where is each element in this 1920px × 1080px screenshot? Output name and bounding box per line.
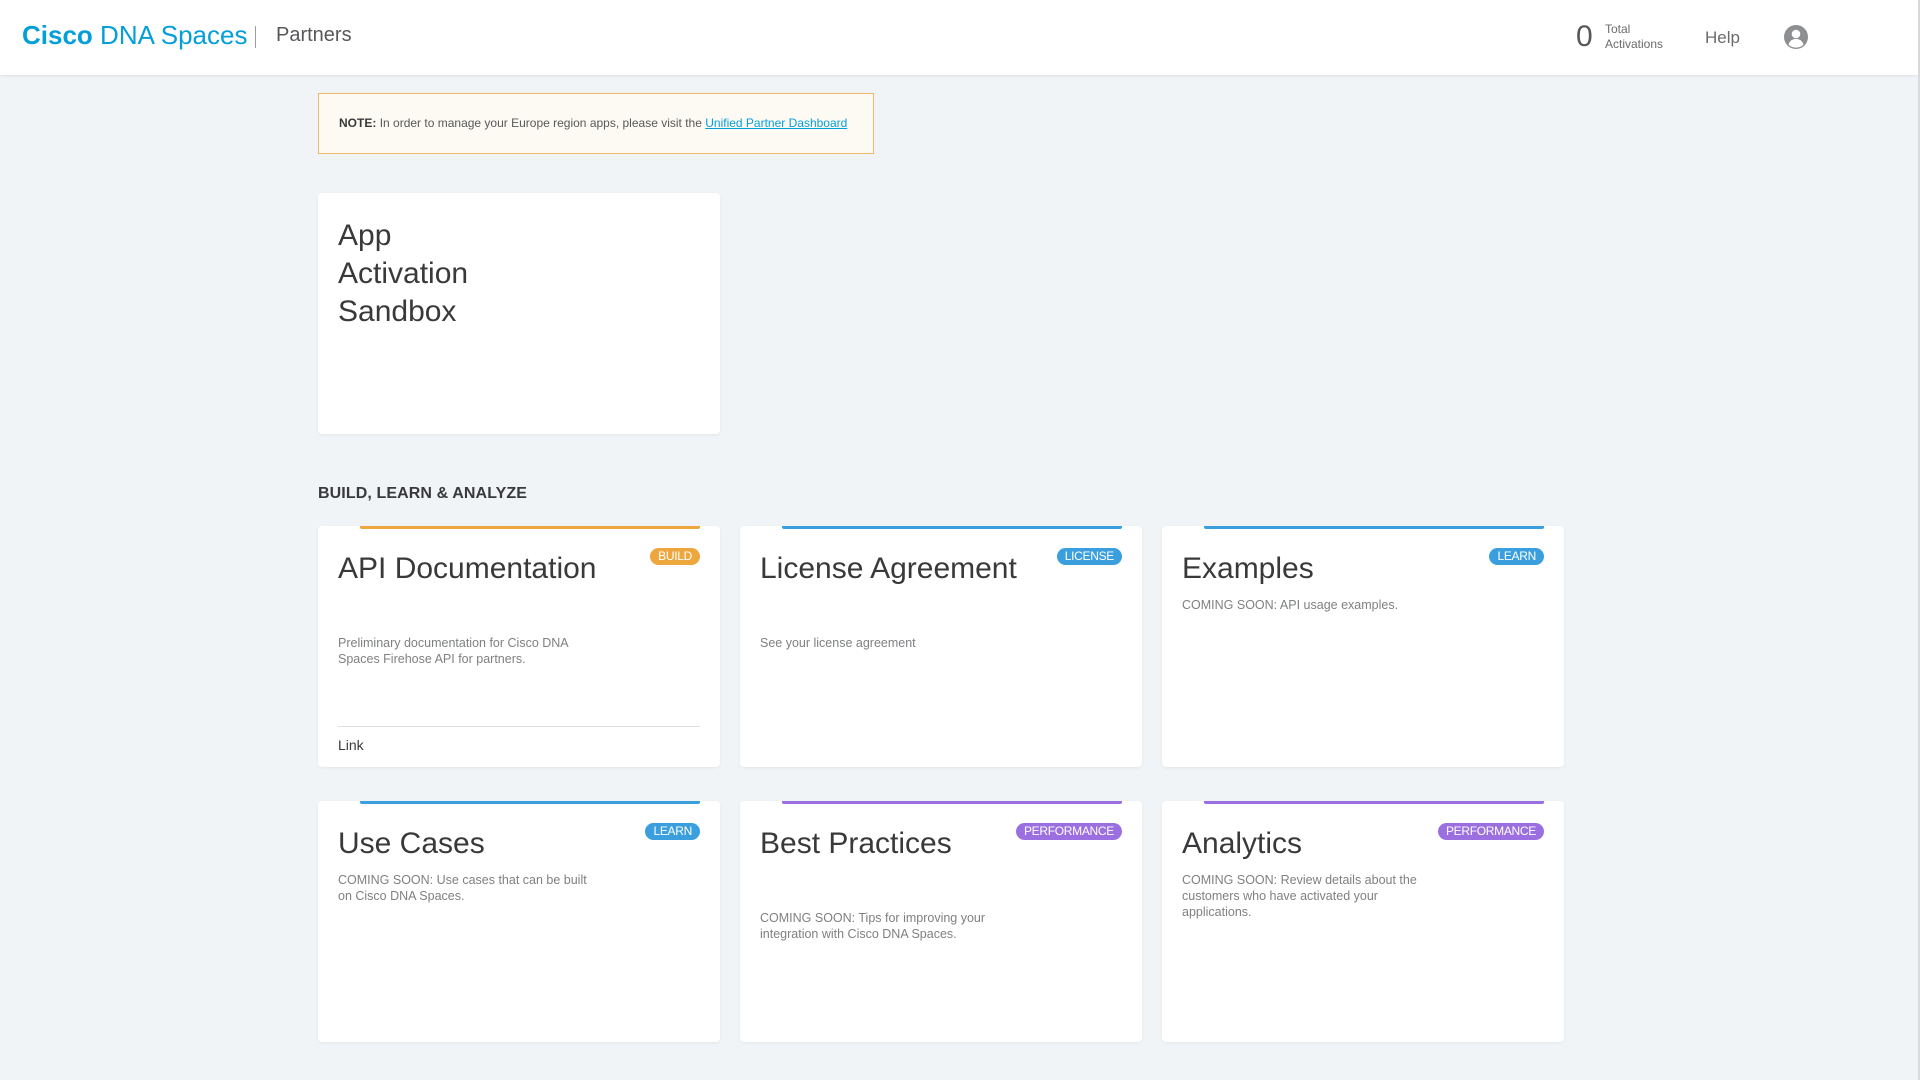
learn-badge: LEARN: [645, 823, 700, 840]
card-accent-bar: [360, 526, 700, 529]
performance-badge: PERFORMANCE: [1437, 823, 1544, 840]
card-accent-bar: [1204, 801, 1544, 804]
card-title: API Documentation: [338, 552, 597, 585]
license-agreement-card[interactable]: License Agreement LICENSE See your licen…: [740, 526, 1142, 767]
help-link[interactable]: Help: [1705, 28, 1740, 48]
best-practices-card[interactable]: Best Practices PERFORMANCE COMING SOON: …: [740, 801, 1142, 1042]
activations-label-line2: Activations: [1605, 37, 1664, 51]
card-title: Analytics: [1182, 827, 1303, 860]
card-description: COMING SOON: Review details about the cu…: [1182, 873, 1417, 919]
use-cases-card[interactable]: Use Cases LEARN COMING SOON: Use cases t…: [318, 801, 720, 1042]
region-note-banner: NOTE: In order to manage your Europe reg…: [318, 93, 874, 154]
card-description: COMING SOON: Tips for improving your int…: [760, 911, 986, 941]
note-text: In order to manage your Europe region ap…: [379, 116, 702, 130]
section-heading: BUILD, LEARN & ANALYZE: [318, 485, 528, 502]
learn-badge: LEARN: [1489, 548, 1544, 565]
card-accent-bar: [782, 526, 1122, 529]
card-title: Best Practices: [760, 827, 952, 860]
build-badge: BUILD: [650, 548, 700, 565]
activations-count: 0: [1576, 20, 1593, 53]
api-documentation-link[interactable]: Link: [338, 737, 364, 753]
brand-product-text: DNA Spaces: [100, 20, 248, 50]
card-description: See your license agreement: [760, 636, 916, 650]
header-divider: [255, 26, 256, 48]
card-accent-bar: [1204, 526, 1544, 529]
analytics-card[interactable]: Analytics PERFORMANCE COMING SOON: Revie…: [1162, 801, 1564, 1042]
user-circle-icon[interactable]: [1783, 24, 1809, 50]
card-description: COMING SOON: Use cases that can be built…: [338, 873, 587, 903]
card-description: COMING SOON: API usage examples.: [1182, 598, 1399, 612]
card-title: Examples: [1182, 552, 1314, 585]
card-accent-bar: [360, 801, 700, 804]
api-documentation-card[interactable]: API Documentation BUILD Preliminary docu…: [318, 526, 720, 767]
performance-badge: PERFORMANCE: [1015, 823, 1122, 840]
note-label: NOTE:: [339, 116, 377, 130]
total-activations: 0 Total Activations: [1576, 18, 1676, 58]
sandbox-card-title: App Activation Sandbox: [338, 219, 469, 328]
card-divider: [338, 726, 700, 727]
activations-label: Total Activations: [1605, 22, 1663, 52]
card-title: License Agreement: [760, 552, 1017, 585]
card-title: Use Cases: [338, 827, 485, 860]
brand-logo[interactable]: Cisco DNA Spaces: [22, 20, 247, 51]
license-badge: LICENSE: [1056, 548, 1122, 565]
app-activation-sandbox-card[interactable]: App Activation Sandbox: [318, 193, 720, 434]
examples-card[interactable]: Examples LEARN COMING SOON: API usage ex…: [1162, 526, 1564, 767]
card-accent-bar: [782, 801, 1122, 804]
brand-cisco-text: Cisco: [22, 20, 93, 50]
unified-partner-dashboard-link[interactable]: Unified Partner Dashboard: [705, 116, 847, 130]
top-navigation-bar: Cisco DNA Spaces Partners 0 Total Activa…: [0, 0, 1920, 75]
card-description: Preliminary documentation for Cisco DNA …: [338, 636, 568, 666]
activations-label-line1: Total: [1605, 22, 1631, 36]
section-title: Partners: [276, 24, 352, 46]
